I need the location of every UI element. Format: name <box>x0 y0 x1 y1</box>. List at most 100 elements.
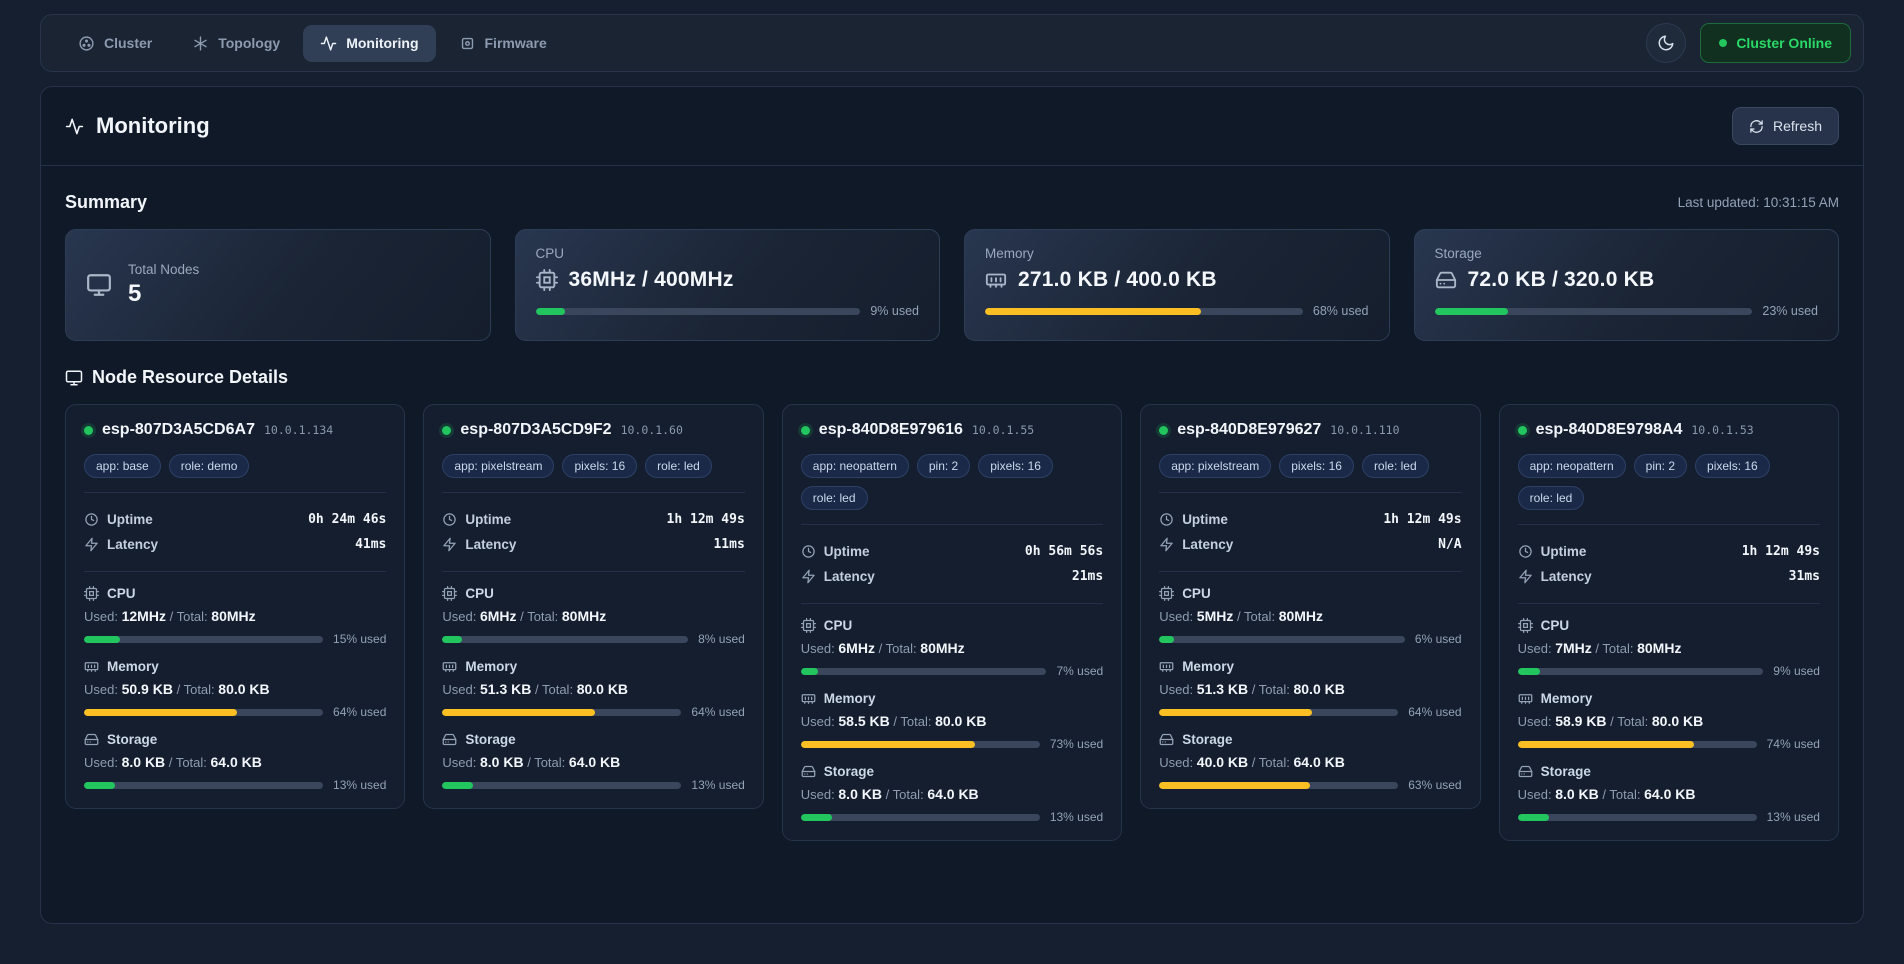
percent-used-label: 74% used <box>1767 737 1820 751</box>
cpu-label: CPU <box>1541 618 1570 633</box>
node-status-dot <box>801 426 810 435</box>
memory-icon <box>801 691 816 706</box>
latency-row: Latency 31ms <box>1518 564 1820 589</box>
percent-used-label: 63% used <box>1408 778 1461 792</box>
summary-heading: Summary <box>65 192 147 213</box>
progress-row: 15% used <box>84 632 386 646</box>
total-nodes-text: Total Nodes 5 <box>128 262 199 308</box>
node-tag: pin: 2 <box>917 454 970 478</box>
node-details-heading-text: Node Resource Details <box>92 367 288 388</box>
summary-card-value: 5 <box>128 280 199 308</box>
summary-card-label: CPU <box>536 246 920 261</box>
node-name: esp-840D8E979616 <box>819 421 963 439</box>
zap-icon <box>801 569 816 584</box>
clock-icon <box>801 544 816 559</box>
percent-used-label: 7% used <box>1056 664 1103 678</box>
progress-row: 13% used <box>442 778 744 792</box>
progress-row: 13% used <box>1518 810 1820 824</box>
summary-card-memory: Memory 271.0 KB / 400.0 KB 68% used <box>964 229 1390 341</box>
refresh-label: Refresh <box>1773 118 1822 134</box>
summary-header: Summary Last updated: 10:31:15 AM <box>65 192 1839 213</box>
node-tags: app: pixelstreampixels: 16role: led <box>1159 454 1461 478</box>
progress-track <box>1159 709 1398 716</box>
progress-row: 68% used <box>985 304 1369 318</box>
cpu-icon <box>442 586 457 601</box>
divider <box>801 603 1103 604</box>
percent-used-label: 15% used <box>333 632 386 646</box>
memory-section: Memory Used: 51.3 KB / Total: 80.0 KB 64… <box>442 659 744 719</box>
tab-cluster[interactable]: Cluster <box>61 25 169 62</box>
storage-section: Storage Used: 8.0 KB / Total: 64.0 KB 13… <box>801 764 1103 824</box>
tab-firmware[interactable]: Firmware <box>442 25 564 62</box>
memory-usage-text: Used: 58.5 KB / Total: 80.0 KB <box>801 713 1103 729</box>
progress-fill <box>1518 668 1540 675</box>
divider <box>84 492 386 493</box>
node-status-dot <box>1159 426 1168 435</box>
percent-used-label: 13% used <box>1767 810 1820 824</box>
progress-track <box>442 636 688 643</box>
latency-value: 41ms <box>355 537 386 552</box>
progress-fill <box>1518 814 1549 821</box>
tab-label: Firmware <box>485 35 547 51</box>
node-tag: app: pixelstream <box>1159 454 1271 478</box>
firmware-icon <box>459 35 476 52</box>
memory-label: Memory <box>1541 691 1593 706</box>
progress-row: 73% used <box>801 737 1103 751</box>
percent-used-label: 68% used <box>1313 304 1369 318</box>
uptime-value: 1h 12m 49s <box>1383 512 1461 527</box>
uptime-value: 1h 12m 49s <box>667 512 745 527</box>
uptime-row: Uptime 0h 24m 46s <box>84 507 386 532</box>
progress-fill <box>442 782 473 789</box>
storage-usage-text: Used: 8.0 KB / Total: 64.0 KB <box>1518 786 1820 802</box>
progress-track <box>1518 741 1757 748</box>
uptime-row: Uptime 0h 56m 56s <box>801 539 1103 564</box>
storage-section: Storage Used: 8.0 KB / Total: 64.0 KB 13… <box>442 732 744 792</box>
node-ip: 10.0.1.110 <box>1330 423 1399 437</box>
node-name: esp-840D8E9798A4 <box>1536 421 1683 439</box>
progress-fill <box>84 782 115 789</box>
progress-fill <box>1159 709 1312 716</box>
latency-label: Latency <box>1541 569 1592 584</box>
divider <box>442 571 744 572</box>
progress-track <box>442 782 681 789</box>
memory-usage-text: Used: 50.9 KB / Total: 80.0 KB <box>84 681 386 697</box>
storage-label: Storage <box>1182 732 1232 747</box>
node-name: esp-807D3A5CD6A7 <box>102 421 255 439</box>
latency-label: Latency <box>465 537 516 552</box>
summary-card-storage: Storage 72.0 KB / 320.0 KB 23% used <box>1414 229 1840 341</box>
refresh-button[interactable]: Refresh <box>1732 107 1839 145</box>
node-tags: app: baserole: demo <box>84 454 386 478</box>
cpu-label: CPU <box>824 618 853 633</box>
uptime-row: Uptime 1h 12m 49s <box>1159 507 1461 532</box>
progress-fill <box>801 741 975 748</box>
node-header: esp-840D8E9798A4 10.0.1.53 <box>1518 421 1820 439</box>
clock-icon <box>1159 512 1174 527</box>
percent-used-label: 64% used <box>1408 705 1461 719</box>
monitoring-panel: Monitoring Refresh Summary Last updated:… <box>40 86 1864 924</box>
memory-icon <box>442 659 457 674</box>
nav-tabs: Cluster Topology Monitoring Firmware <box>61 25 564 62</box>
summary-card-value-row: 271.0 KB / 400.0 KB <box>985 268 1369 292</box>
node-header: esp-840D8E979616 10.0.1.55 <box>801 421 1103 439</box>
tab-topology[interactable]: Topology <box>175 25 297 62</box>
latency-label: Latency <box>824 569 875 584</box>
cluster-status-badge[interactable]: Cluster Online <box>1700 23 1851 63</box>
memory-usage-text: Used: 51.3 KB / Total: 80.0 KB <box>442 681 744 697</box>
node-tag: role: led <box>645 454 712 478</box>
zap-icon <box>84 537 99 552</box>
latency-row: Latency 11ms <box>442 532 744 557</box>
summary-card-value-row: 72.0 KB / 320.0 KB <box>1435 268 1819 292</box>
uptime-label: Uptime <box>107 512 153 527</box>
progress-fill <box>801 668 818 675</box>
progress-row: 64% used <box>442 705 744 719</box>
latency-value: N/A <box>1438 537 1461 552</box>
theme-toggle-button[interactable] <box>1646 23 1686 63</box>
cpu-section: CPU Used: 12MHz / Total: 80MHz 15% used <box>84 586 386 646</box>
topology-icon <box>192 35 209 52</box>
uptime-value: 0h 56m 56s <box>1025 544 1103 559</box>
node-tag: pixels: 16 <box>1695 454 1770 478</box>
node-tag: app: neopattern <box>801 454 909 478</box>
node-tags: app: neopatternpin: 2pixels: 16role: led <box>1518 454 1820 510</box>
tab-monitoring[interactable]: Monitoring <box>303 25 435 62</box>
progress-fill <box>1159 782 1310 789</box>
